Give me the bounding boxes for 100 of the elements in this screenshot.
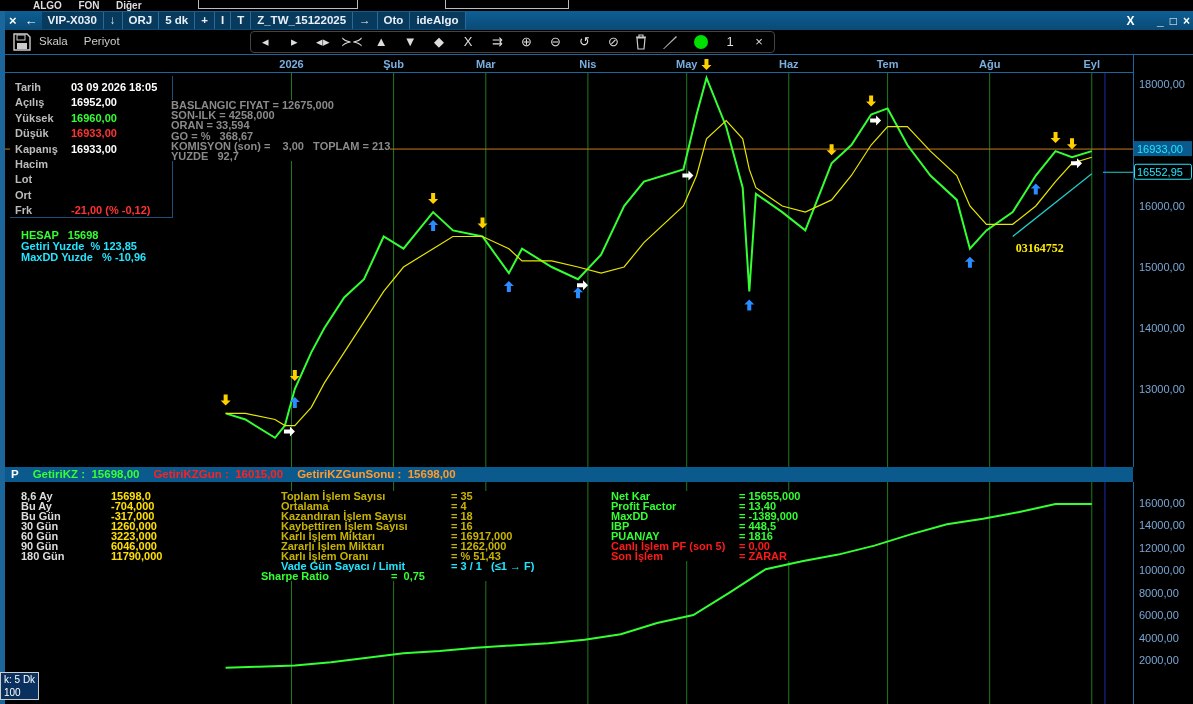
info-value: 03 09 2026 18:05 bbox=[71, 80, 158, 95]
metric-value: = 18 bbox=[451, 511, 473, 521]
info-value: 16960,00 bbox=[71, 110, 117, 126]
x-tick-label: 2026 bbox=[279, 58, 304, 70]
info-label: Açılış bbox=[15, 95, 46, 111]
metric-value: = 35 bbox=[451, 491, 473, 501]
x-tick-label: Tem bbox=[876, 58, 899, 70]
sharpe-value: = 0,75 bbox=[391, 571, 425, 581]
metric-label: Kaybettiren İşlem Sayısı bbox=[281, 521, 409, 531]
x-tick-label: May bbox=[676, 58, 698, 70]
result-value: = 448,5 bbox=[739, 521, 776, 531]
price-tag: 16933,00 bbox=[1134, 141, 1192, 157]
info-label: Lot bbox=[15, 172, 34, 188]
metric-label: Kazandıran İşlem Sayısı bbox=[281, 511, 408, 521]
y-tick-label: 6000,00 bbox=[1139, 609, 1179, 622]
cursor-text: k: 5 Dk bbox=[4, 673, 36, 686]
y-tick-label: 2000,00 bbox=[1139, 654, 1179, 666]
period-label: 30 Gün bbox=[21, 521, 60, 531]
metric-label: Karlı İşlem Miktarı bbox=[281, 531, 376, 541]
metric-value: = 1262,000 bbox=[451, 541, 507, 551]
period-value: 3223,000 bbox=[111, 531, 157, 541]
metric-label: Zararlı İşlem Miktarı bbox=[281, 541, 386, 551]
metric-value: = 4 bbox=[451, 501, 467, 511]
period-label: 90 Gün bbox=[21, 541, 60, 551]
info-label: Hacim bbox=[15, 156, 50, 172]
result-label: PUAN/AY bbox=[611, 531, 660, 541]
y-tick-label: 16000,00 bbox=[1139, 497, 1185, 509]
period-value: 6046,000 bbox=[111, 541, 157, 551]
y-tick-label: 16000,00 bbox=[1139, 200, 1185, 212]
account-text: Getiri Yuzde % 123,85 bbox=[21, 241, 138, 252]
info-value: 16933,00 bbox=[71, 126, 117, 142]
period-value: 11790,000 bbox=[111, 551, 163, 561]
result-label: Son İşlem bbox=[611, 551, 663, 561]
y-tick-label: 13000,00 bbox=[1139, 383, 1185, 395]
period-label: Bu Ay bbox=[21, 501, 52, 511]
info-value: -21,00 (% -0,12) bbox=[71, 203, 151, 219]
result-value: = 0,00 bbox=[739, 541, 770, 551]
account-text: MaxDD Yuzde % -10,96 bbox=[21, 252, 147, 263]
y-tick-label: 12000,00 bbox=[1139, 541, 1185, 554]
metric-label: Vade Gün Sayacı / Limit bbox=[281, 561, 407, 571]
header-text: GetiriKZGun : 16015,00 bbox=[153, 466, 284, 482]
period-value: 15698,0 bbox=[111, 491, 151, 501]
header-text: GetiriKZGunSonu : 15698,00 bbox=[297, 466, 456, 482]
info-value: 16952,00 bbox=[71, 95, 117, 111]
period-label: 180 Gün bbox=[21, 551, 66, 561]
y-tick-label: 10000,00 bbox=[1139, 564, 1185, 577]
x-tick-label: Nis bbox=[579, 58, 597, 70]
header-text: GetiriKZ : 15698,00 bbox=[32, 466, 140, 482]
info-label: Frk bbox=[15, 203, 34, 219]
period-label: 8,6 Ay bbox=[21, 491, 54, 501]
strategy-text: ORAN = 33,594 bbox=[171, 120, 251, 131]
y-tick-label: 4000,00 bbox=[1139, 631, 1179, 644]
sharpe-label: Sharpe Ratio bbox=[261, 571, 330, 581]
cursor-text: 100 bbox=[4, 686, 22, 699]
result-value: = 15655,000 bbox=[739, 491, 801, 501]
strategy-text: BASLANGIC FIYAT = 12675,000 bbox=[171, 100, 335, 111]
metric-value: = 16 bbox=[451, 521, 473, 531]
result-label: Net Kar bbox=[611, 491, 652, 501]
result-label: MaxDD bbox=[611, 511, 650, 521]
info-label: Yüksek bbox=[15, 110, 55, 126]
price-tag: 16552,95 bbox=[1134, 163, 1192, 180]
ref-line-label: 16552,95 bbox=[1137, 166, 1183, 179]
period-label: 60 Gün bbox=[21, 531, 60, 541]
metric-label: Ortalama bbox=[281, 501, 329, 511]
result-value: = 1816 bbox=[739, 531, 773, 541]
result-label: Profit Factor bbox=[611, 501, 678, 511]
x-tick-label: Haz bbox=[779, 58, 799, 70]
metric-label: Toplam İşlem Sayısı bbox=[281, 491, 387, 501]
result-value: = ZARAR bbox=[739, 551, 787, 561]
result-value: = 13,40 bbox=[739, 501, 776, 511]
period-value: -317,000 bbox=[111, 511, 155, 521]
info-label: Ort bbox=[15, 187, 33, 203]
info-value: 16933,00 bbox=[71, 141, 117, 157]
y-tick-label: 14000,00 bbox=[1139, 322, 1185, 334]
period-value: 1260,000 bbox=[111, 521, 157, 531]
period-value: -704,000 bbox=[111, 501, 155, 511]
x-tick-label: Şub bbox=[383, 58, 404, 70]
info-label: Düşük bbox=[15, 126, 50, 142]
strategy-text: SON-ILK = 4258,000 bbox=[171, 110, 276, 121]
y-tick-label: 18000,00 bbox=[1139, 78, 1185, 90]
y-tick-label: 14000,00 bbox=[1139, 519, 1185, 532]
metric-value: = % 51,43 bbox=[451, 551, 501, 561]
metric-value: = 3 / 1 (≤1 → F) bbox=[451, 561, 535, 571]
account-text: HESAP 15698 bbox=[21, 230, 100, 241]
metric-label: Karlı İşlem Oranı bbox=[281, 551, 370, 561]
y-tick-label: 8000,00 bbox=[1139, 586, 1179, 599]
result-value: = -1389,000 bbox=[739, 511, 799, 521]
header-text: P bbox=[11, 466, 19, 482]
x-tick-label: Eyl bbox=[1083, 58, 1101, 70]
y-tick-label: 15000,00 bbox=[1139, 261, 1185, 273]
x-tick-label: Mar bbox=[476, 58, 496, 70]
info-label: Kapanış bbox=[15, 141, 59, 157]
chart-label: 03164752 bbox=[1015, 241, 1064, 256]
x-tick-label: Ağu bbox=[979, 58, 1001, 70]
strategy-text: YUZDE 92,7 bbox=[171, 151, 239, 162]
ref-line-label: 16933,00 bbox=[1137, 143, 1183, 156]
metric-value: = 16917,000 bbox=[451, 531, 513, 541]
result-label: Canlı İşlem PF (son 5) bbox=[611, 541, 727, 551]
result-label: IBP bbox=[611, 521, 631, 531]
period-label: Bu Gün bbox=[21, 511, 62, 521]
